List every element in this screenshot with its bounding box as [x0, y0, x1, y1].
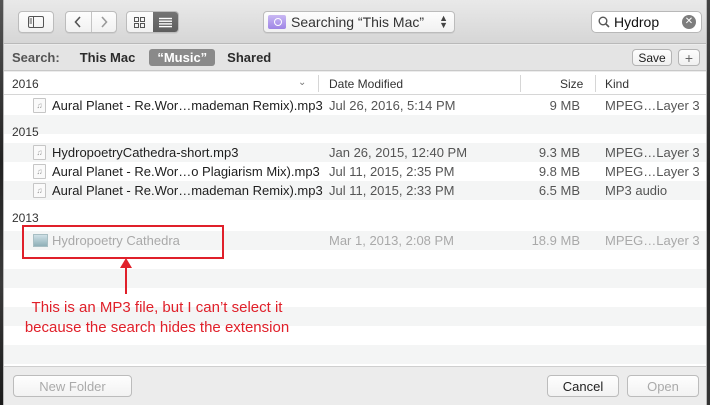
- open-button[interactable]: Open: [627, 375, 699, 397]
- back-forward-buttons: [65, 11, 117, 33]
- column-divider[interactable]: [520, 75, 521, 92]
- forward-button[interactable]: [90, 12, 116, 32]
- file-name: Aural Planet - Re.Wor…mademan Remix).mp3: [52, 98, 323, 113]
- file-kind: MPEG…Layer 3: [605, 233, 700, 248]
- file-kind: MPEG…Layer 3: [605, 98, 700, 113]
- file-kind: MPEG…Layer 3: [605, 145, 700, 160]
- scope-shared[interactable]: Shared: [219, 49, 279, 66]
- column-kind-header[interactable]: Kind: [605, 77, 629, 91]
- chevron-right-icon: [101, 16, 108, 28]
- annotation-text: This is an MP3 file, but I can’t select …: [12, 298, 302, 338]
- popup-arrows-icon: ▲ ▼: [439, 13, 448, 30]
- scope-label: Search:: [12, 50, 60, 65]
- toolbar: Searching “This Mac” ▲▼ ✕: [4, 0, 706, 44]
- sidebar-icon: [28, 16, 44, 28]
- search-input[interactable]: [614, 14, 684, 30]
- chevron-left-icon: [74, 16, 82, 28]
- file-row[interactable]: ♫ Aural Planet - Re.Wor…o Plagiarism Mix…: [4, 162, 706, 181]
- annotation-line-2: because the search hides the extension: [24, 319, 290, 336]
- file-kind: MP3 audio: [605, 183, 668, 198]
- add-criteria-button[interactable]: +: [678, 49, 700, 66]
- group-header-2013: 2013: [12, 211, 39, 225]
- clear-search-icon[interactable]: ✕: [682, 15, 696, 29]
- audio-file-icon: ♫: [33, 98, 46, 113]
- sidebar-toggle-button[interactable]: [18, 11, 54, 33]
- file-size: 9.3 MB: [538, 145, 580, 160]
- new-folder-button[interactable]: New Folder: [13, 375, 132, 397]
- column-divider[interactable]: [318, 75, 319, 92]
- icon-view-button[interactable]: [127, 12, 153, 32]
- column-header: 2016 ⌄ Date Modified Size Kind: [4, 72, 706, 95]
- empty-row: [4, 269, 706, 288]
- dialog-footer: New Folder Cancel Open: [4, 366, 706, 405]
- file-date: Jul 11, 2015, 2:35 PM: [329, 164, 455, 179]
- view-mode-buttons: [126, 11, 179, 33]
- audio-file-icon: ♫: [33, 164, 46, 179]
- cancel-button[interactable]: Cancel: [547, 375, 619, 397]
- file-date: Mar 1, 2013, 2:08 PM: [329, 233, 455, 248]
- file-size: 9.8 MB: [538, 164, 580, 179]
- column-date-header[interactable]: Date Modified: [329, 77, 403, 91]
- smart-folder-icon: [268, 15, 286, 29]
- column-name-header[interactable]: 2016: [12, 77, 39, 91]
- back-button[interactable]: [66, 12, 91, 32]
- annotation-arrow-shaft: [125, 262, 127, 294]
- open-file-dialog: Searching “This Mac” ▲▼ ✕ Search: This M…: [3, 0, 707, 405]
- file-date: Jul 26, 2016, 5:14 PM: [329, 98, 456, 113]
- file-size: 9 MB: [549, 98, 580, 113]
- list-view-button[interactable]: [152, 12, 178, 32]
- file-size: 6.5 MB: [538, 183, 580, 198]
- location-popup[interactable]: Searching “This Mac” ▲ ▼: [263, 11, 455, 33]
- annotation-line-1: This is an MP3 file, but I can’t select …: [31, 299, 283, 316]
- list-icon: [158, 17, 172, 27]
- search-scope-bar: Search: This Mac “Music” Shared Save +: [4, 45, 706, 71]
- file-row[interactable]: ♫ Aural Planet - Re.Wor…mademan Remix).m…: [4, 181, 706, 200]
- scope-music[interactable]: “Music”: [149, 49, 216, 66]
- location-label: Searching “This Mac”: [291, 14, 425, 30]
- column-size-header[interactable]: Size: [560, 77, 583, 91]
- scope-this-mac[interactable]: This Mac: [72, 49, 144, 66]
- file-size: 18.9 MB: [531, 233, 580, 248]
- search-icon: [598, 16, 610, 28]
- save-search-button[interactable]: Save: [632, 49, 672, 66]
- file-name: Aural Planet - Re.Wor…o Plagiarism Mix).…: [52, 164, 320, 179]
- audio-file-icon: ♫: [33, 145, 46, 160]
- column-divider[interactable]: [595, 75, 596, 92]
- file-kind: MPEG…Layer 3: [605, 164, 700, 179]
- group-header-row: 2015: [4, 122, 706, 141]
- search-field[interactable]: ✕: [591, 11, 702, 33]
- file-row[interactable]: ♫ HydropoetryCathedra-short.mp3 Jan 26, …: [4, 143, 706, 162]
- empty-row: [4, 345, 706, 364]
- file-name: HydropoetryCathedra-short.mp3: [52, 145, 239, 160]
- group-header-2015: 2015: [12, 125, 39, 139]
- file-date: Jul 11, 2015, 2:33 PM: [329, 183, 455, 198]
- file-date: Jan 26, 2015, 12:40 PM: [329, 145, 468, 160]
- audio-file-icon: ♫: [33, 183, 46, 198]
- grid-icon: [134, 16, 146, 28]
- chevron-down-icon: ⌄: [298, 77, 307, 88]
- file-row[interactable]: ♫ Aural Planet - Re.Wor…mademan Remix).m…: [4, 96, 706, 115]
- annotation-highlight-box: [22, 225, 224, 259]
- file-name: Aural Planet - Re.Wor…mademan Remix).mp3: [52, 183, 323, 198]
